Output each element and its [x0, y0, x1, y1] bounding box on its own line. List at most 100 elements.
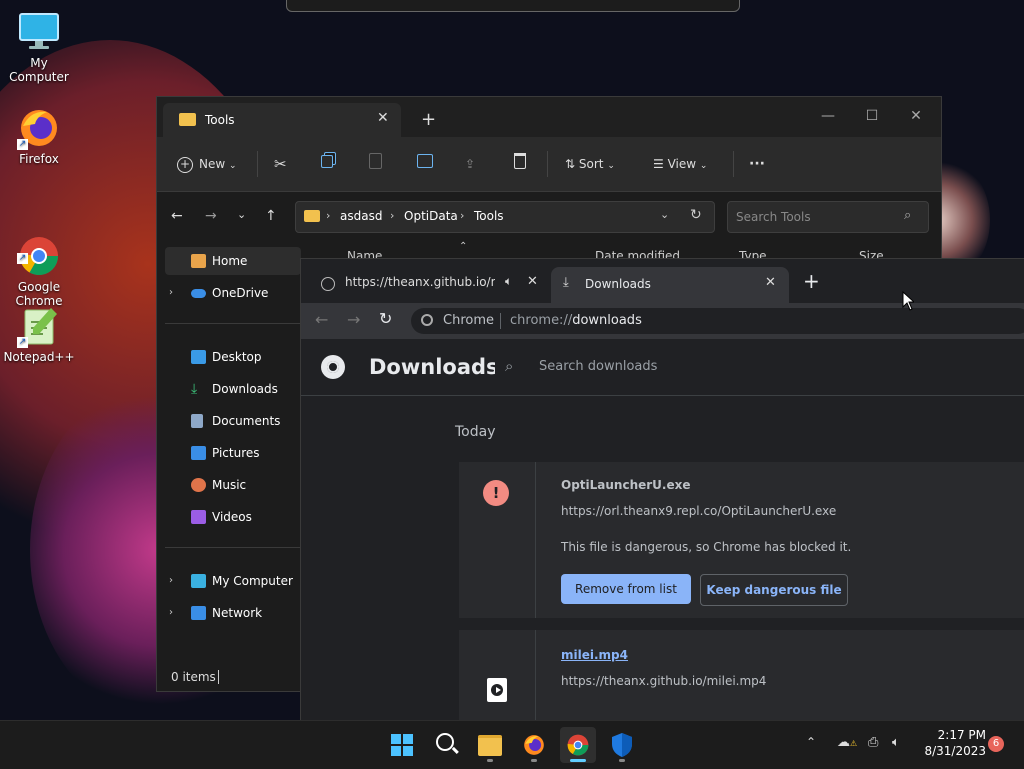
file-url[interactable]: https://orl.theanx9.repl.co/OptiLauncher…: [561, 504, 836, 518]
sort-button[interactable]: ⇅ Sort ⌄: [565, 153, 615, 175]
vertical-divider: [535, 462, 536, 618]
omnibox-url: chrome://downloads: [510, 313, 642, 328]
search-handle: [452, 746, 459, 754]
taskbar-firefox[interactable]: [516, 727, 552, 763]
forward-arrow-icon[interactable]: →: [347, 310, 360, 329]
new-tab-button[interactable]: +: [421, 109, 436, 130]
sidebar-item-my-computer[interactable]: › My Computer: [165, 567, 301, 595]
notification-badge[interactable]: 6: [988, 736, 1004, 752]
rename-button[interactable]: [417, 153, 433, 175]
top-search-bar[interactable]: [286, 0, 740, 12]
address-bar[interactable]: › asdasd › OptiData › Tools ⌄ ↻: [295, 201, 715, 233]
tab-title: https://theanx.github.io/milei: [345, 275, 495, 289]
mouse-cursor-icon: [902, 291, 914, 311]
chrome-tab-milei[interactable]: https://theanx.github.io/milei 🔈︎ ✕: [313, 269, 551, 301]
file-url[interactable]: https://theanx.github.io/milei.mp4: [561, 674, 766, 688]
minimize-button[interactable]: —: [813, 105, 843, 127]
maximize-button[interactable]: ☐: [857, 105, 887, 127]
new-tab-button[interactable]: +: [803, 271, 820, 291]
taskbar: ⌃ ☁︎⚠︎ ⎙ 🔈︎ 2:17 PM 8/31/2023 6: [0, 720, 1024, 769]
sidebar-item-music[interactable]: Music: [165, 471, 301, 499]
chrome-tab-downloads[interactable]: ⤓ Downloads ✕: [551, 267, 789, 303]
running-indicator: [487, 759, 493, 762]
music-icon: [191, 478, 206, 492]
video-icon: [191, 510, 206, 524]
sidebar-item-videos[interactable]: Videos: [165, 503, 301, 531]
sidebar-item-onedrive[interactable]: › OneDrive: [165, 279, 301, 307]
expand-chevron-icon[interactable]: ›: [169, 279, 173, 307]
taskbar-chrome[interactable]: [560, 727, 596, 763]
sidebar-item-documents[interactable]: Documents: [165, 407, 301, 435]
desktop-icon-firefox[interactable]: ↗ Firefox: [0, 106, 78, 166]
more-options-button[interactable]: ···: [749, 153, 765, 175]
network-icon[interactable]: ⎙: [868, 735, 878, 750]
desktop-icon-my-computer[interactable]: My Computer: [0, 10, 78, 84]
explorer-titlebar: Tools ✕ + — ☐ ✕: [157, 97, 941, 137]
paste-button[interactable]: [369, 153, 382, 175]
keep-dangerous-file-button[interactable]: Keep dangerous file: [700, 574, 848, 606]
breadcrumb-item[interactable]: Tools: [474, 209, 504, 223]
close-tab-icon[interactable]: ✕: [765, 275, 776, 290]
view-button-label: View: [667, 157, 697, 171]
expand-chevron-icon[interactable]: ›: [169, 567, 173, 595]
copy-button[interactable]: [321, 153, 333, 175]
firefox-icon: [524, 735, 544, 755]
new-button[interactable]: + New ⌄: [177, 153, 237, 175]
close-tab-icon[interactable]: ✕: [377, 110, 389, 126]
desktop-icon-label: Notepad++: [3, 350, 75, 364]
reload-icon[interactable]: ↻: [379, 309, 392, 328]
close-window-button[interactable]: ✕: [901, 105, 931, 127]
monitor-icon: [191, 574, 206, 588]
view-button[interactable]: ☰ View ⌄: [653, 153, 707, 175]
back-arrow-icon[interactable]: ←: [171, 208, 183, 224]
date-section-heading: Today: [455, 424, 496, 440]
omnibox[interactable]: Chrome chrome://downloads: [411, 308, 1024, 334]
explorer-search-input[interactable]: Search Tools ⌕: [727, 201, 929, 233]
sidebar-item-downloads[interactable]: ⤓ Downloads: [165, 375, 301, 403]
remove-from-list-button[interactable]: Remove from list: [561, 574, 691, 604]
explorer-tab[interactable]: Tools ✕: [163, 103, 401, 137]
up-arrow-icon[interactable]: ↑: [265, 208, 277, 224]
breadcrumb-separator-icon: ›: [326, 209, 331, 222]
volume-icon[interactable]: 🔈︎: [892, 735, 900, 750]
chrome-window: https://theanx.github.io/milei 🔈︎ ✕ ⤓ Do…: [300, 258, 1024, 722]
download-item-video: milei.mp4 https://theanx.github.io/milei…: [459, 630, 1024, 721]
downloads-search-input[interactable]: ⌕ Search downloads: [495, 349, 1024, 385]
file-name-link[interactable]: milei.mp4: [561, 648, 628, 662]
refresh-icon[interactable]: ↻: [690, 207, 702, 223]
breadcrumb-item[interactable]: OptiData: [404, 209, 458, 223]
sidebar-item-label: Videos: [212, 510, 252, 524]
video-file-icon: [487, 678, 507, 702]
taskbar-windows-security[interactable]: [604, 727, 640, 763]
share-button[interactable]: ⇪: [465, 153, 475, 175]
view-icon: ☰: [653, 157, 664, 171]
audio-playing-icon[interactable]: 🔈︎: [505, 274, 512, 289]
close-tab-icon[interactable]: ✕: [527, 274, 538, 289]
clock[interactable]: 2:17 PM 8/31/2023: [916, 727, 986, 759]
breadcrumb-item[interactable]: asdasd: [340, 209, 382, 223]
sidebar-item-desktop[interactable]: Desktop: [165, 343, 301, 371]
search-icon: ⌕: [505, 357, 514, 375]
chevron-down-icon: ⌄: [229, 161, 237, 171]
sidebar-item-pictures[interactable]: Pictures: [165, 439, 301, 467]
expand-chevron-icon[interactable]: ›: [169, 599, 173, 627]
taskbar-search-button[interactable]: [428, 727, 464, 763]
recent-chevron-icon[interactable]: ⌄: [237, 208, 246, 221]
file-name: OptiLauncherU.exe: [561, 478, 691, 492]
url-path: downloads: [572, 313, 642, 328]
taskbar-file-explorer[interactable]: [472, 727, 508, 763]
chevron-down-icon[interactable]: ⌄: [660, 208, 669, 221]
cut-button[interactable]: ✂: [274, 153, 287, 175]
cloud-icon: [191, 289, 206, 298]
back-arrow-icon[interactable]: ←: [315, 310, 328, 329]
sidebar-item-home[interactable]: Home: [165, 247, 301, 275]
start-button[interactable]: [384, 727, 420, 763]
sidebar-item-network[interactable]: › Network: [165, 599, 301, 627]
delete-button[interactable]: [514, 153, 526, 175]
forward-arrow-icon[interactable]: →: [205, 208, 217, 224]
shield-icon: [612, 733, 632, 757]
desktop-icon-label: Firefox: [19, 152, 59, 166]
desktop-icon-notepadpp[interactable]: ↗ Notepad++: [0, 304, 78, 364]
show-hidden-icons-chevron-icon[interactable]: ⌃: [806, 735, 816, 749]
onedrive-warning-icon[interactable]: ☁︎⚠︎: [837, 735, 857, 750]
